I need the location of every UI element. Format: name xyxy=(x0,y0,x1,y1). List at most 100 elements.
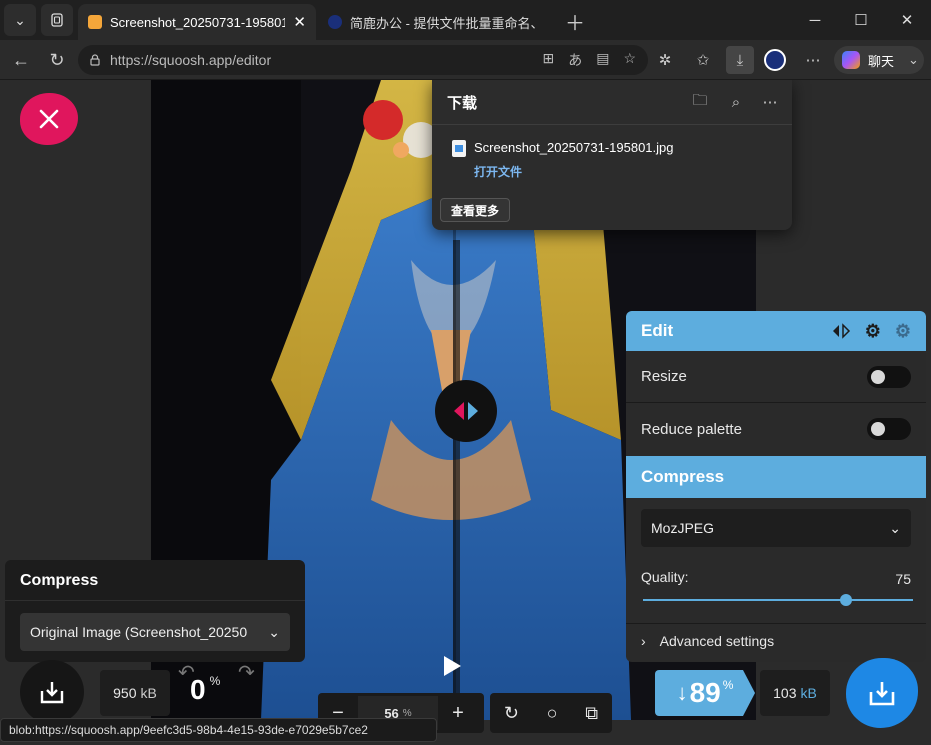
url-text: https://squoosh.app/editor xyxy=(110,52,272,68)
resize-label: Resize xyxy=(641,368,687,385)
download-compressed-button[interactable] xyxy=(846,658,918,728)
back-button[interactable]: ← xyxy=(8,48,34,72)
background-toggle-icon[interactable]: ○ xyxy=(547,703,558,724)
original-size-badge: 950 kB xyxy=(100,670,170,716)
tab-squoosh[interactable]: Screenshot_20250731-195801.png ✕ xyxy=(78,4,316,40)
close-window-button[interactable]: ✕ xyxy=(884,0,930,40)
resize-toggle[interactable] xyxy=(867,365,911,388)
play-button[interactable] xyxy=(430,648,474,684)
right-options-panel: Edit ⚙ ⚙ Resize Reduce palette Compress … xyxy=(626,311,926,662)
copilot-icon xyxy=(842,51,860,69)
download-icon xyxy=(869,682,895,706)
folder-icon: 🗀 xyxy=(692,91,708,109)
advanced-settings-toggle[interactable]: › Advanced settings xyxy=(641,633,774,649)
reload-icon: ↻ xyxy=(49,49,65,70)
compressed-size-badge: 103 kB xyxy=(760,670,830,716)
reader-icon[interactable]: ▤ xyxy=(596,50,609,70)
favorites-button[interactable]: ✩ xyxy=(692,49,714,71)
crop-icon[interactable]: ⧉ xyxy=(585,703,598,724)
copilot-chat-button[interactable]: 聊天 ⌄ xyxy=(834,46,924,74)
compressed-percent: ↓ 89 % xyxy=(655,670,755,716)
new-tab-button[interactable]: ＋ xyxy=(562,8,588,35)
divider xyxy=(432,124,792,125)
open-downloads-folder-button[interactable]: 🗀 xyxy=(690,92,710,112)
left-codec-select[interactable]: Original Image (Screenshot_20250 ⌄ xyxy=(20,613,290,651)
reduce-palette-toggle[interactable] xyxy=(867,418,911,440)
split-view-handle[interactable] xyxy=(435,380,497,442)
close-editor-button[interactable] xyxy=(20,93,78,145)
compress-header: Compress xyxy=(626,456,926,498)
open-file-link[interactable]: 打开文件 xyxy=(474,163,522,180)
chevron-down-icon: ⌄ xyxy=(268,623,280,640)
left-download-button[interactable] xyxy=(20,660,84,724)
favorites-icon: ✩ xyxy=(696,52,710,69)
left-options-panel: Compress Original Image (Screenshot_2025… xyxy=(5,560,305,662)
tab-bar: ⌄ Screenshot_20250731-195801.png ✕ 简鹿办公 … xyxy=(0,0,931,40)
more-dots-icon: ⋯ xyxy=(762,94,778,111)
maximize-icon: ☐ xyxy=(854,12,868,29)
url-field[interactable]: https://squoosh.app/editor ⊞ あ ▤ ☆ xyxy=(78,45,648,75)
left-codec-value: Original Image (Screenshot_20250 xyxy=(30,624,248,640)
original-percent-value: 0 xyxy=(190,674,206,705)
codec-value: MozJPEG xyxy=(651,520,715,536)
edit-header: Edit ⚙ ⚙ xyxy=(626,311,926,351)
file-icon xyxy=(452,140,466,157)
quality-label: Quality: xyxy=(641,569,689,585)
zoom-unit: % xyxy=(402,707,412,719)
see-more-button[interactable]: 查看更多 xyxy=(440,198,511,222)
advanced-settings-label: Advanced settings xyxy=(659,633,775,649)
zoom-in-button[interactable]: + xyxy=(438,702,478,725)
downloads-flyout: 下载 🗀 ⌕ ⋯ Screenshot_20250731-195801.jpg … xyxy=(432,80,792,230)
more-menu-button[interactable]: ⋯ xyxy=(802,49,824,71)
quality-slider[interactable] xyxy=(643,594,913,606)
down-arrow-icon: ↓ xyxy=(676,680,688,705)
copy-settings-icon[interactable] xyxy=(831,323,851,339)
workspaces-button[interactable] xyxy=(41,4,73,36)
downloads-button[interactable]: ⤓ xyxy=(726,46,754,74)
divider xyxy=(626,623,926,624)
translate-icon[interactable]: あ xyxy=(568,50,582,70)
rotate-icon[interactable]: ↻ xyxy=(504,703,519,724)
save-settings-icon[interactable]: ⚙ xyxy=(865,321,881,342)
tab-title: Screenshot_20250731-195801.png xyxy=(110,14,286,30)
chevron-down-icon: ⌄ xyxy=(908,52,919,67)
squoosh-favicon-icon xyxy=(88,15,102,29)
apps-icon[interactable]: ⊞ xyxy=(542,50,554,70)
extensions-button[interactable]: ✲ xyxy=(654,49,676,71)
jianlu-favicon-icon xyxy=(328,15,342,29)
tab-jianlu[interactable]: 简鹿办公 - 提供文件批量重命名、… xyxy=(318,4,554,40)
close-tab-icon[interactable]: ✕ xyxy=(293,13,306,31)
quality-value: 75 xyxy=(895,571,911,587)
quality-slider-thumb[interactable] xyxy=(839,594,852,606)
edit-title: Edit xyxy=(641,321,674,340)
puzzle-icon: ✲ xyxy=(658,52,672,69)
resize-row: Resize xyxy=(626,351,926,403)
search-downloads-button[interactable]: ⌕ xyxy=(726,92,746,112)
redo-icon[interactable]: ↷ xyxy=(238,660,255,685)
favorite-star-icon[interactable]: ☆ xyxy=(623,50,636,70)
search-icon: ⌕ xyxy=(731,93,741,111)
downloads-more-button[interactable]: ⋯ xyxy=(760,92,780,112)
codec-select[interactable]: MozJPEG ⌄ xyxy=(641,509,911,547)
import-settings-icon[interactable]: ⚙ xyxy=(895,321,911,342)
chat-label: 聊天 xyxy=(868,53,895,69)
original-size-value: 950 xyxy=(113,685,137,701)
chevron-down-icon: ⌄ xyxy=(889,519,901,536)
compressed-size-value: 103 xyxy=(773,685,797,701)
workspaces-icon xyxy=(51,13,63,27)
download-icon xyxy=(40,682,64,704)
compressed-size-unit: kB xyxy=(800,685,817,701)
left-compress-title: Compress xyxy=(20,572,99,589)
download-icon: ⤓ xyxy=(736,51,744,69)
arrow-left-icon: ← xyxy=(12,49,30,70)
original-percent-unit: % xyxy=(209,674,221,688)
reload-button[interactable]: ↻ xyxy=(44,48,70,72)
extension-jianlu-icon[interactable] xyxy=(764,49,786,71)
more-dots-icon: ⋯ xyxy=(805,52,821,69)
maximize-button[interactable]: ☐ xyxy=(838,0,884,40)
tab-actions-menu-button[interactable]: ⌄ xyxy=(4,4,36,36)
download-file-name[interactable]: Screenshot_20250731-195801.jpg xyxy=(474,140,674,155)
compressed-percent-value: 89 xyxy=(689,677,721,708)
minimize-button[interactable]: ─ xyxy=(792,0,838,40)
status-url-bubble: blob:https://squoosh.app/9eefc3d5-98b4-4… xyxy=(0,718,437,742)
